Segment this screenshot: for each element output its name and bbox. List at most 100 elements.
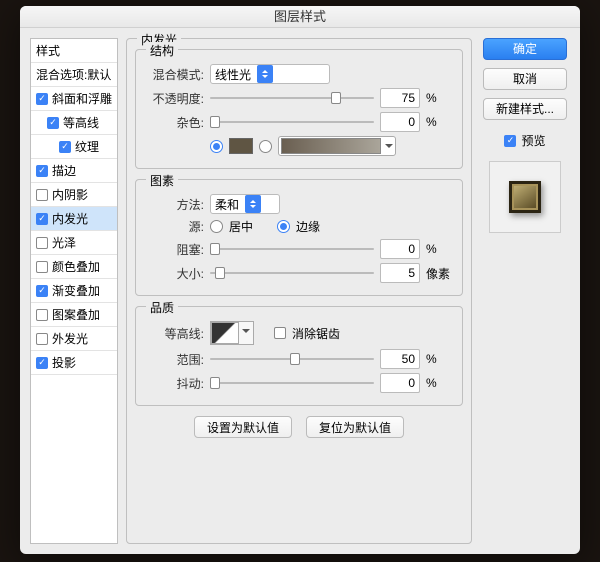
jitter-label: 抖动: [144, 375, 204, 392]
technique-select[interactable]: 柔和 [210, 194, 280, 214]
sidebar-item-label: 光泽 [52, 234, 76, 251]
sidebar-item-1[interactable]: 等高线 [31, 111, 117, 135]
contour-label: 等高线: [144, 325, 204, 342]
opacity-input[interactable]: 75 [380, 88, 420, 108]
range-slider[interactable] [210, 352, 374, 366]
sidebar-item-11[interactable]: 投影 [31, 351, 117, 375]
source-edge-radio[interactable] [277, 220, 290, 233]
choke-slider[interactable] [210, 242, 374, 256]
preview-checkbox[interactable] [504, 135, 516, 147]
sidebar-item-label: 描边 [52, 162, 76, 179]
choke-label: 阻塞: [144, 241, 204, 258]
sidebar-item-3[interactable]: 描边 [31, 159, 117, 183]
sidebar-checkbox[interactable] [36, 261, 48, 273]
jitter-slider[interactable] [210, 376, 374, 390]
sidebar-item-9[interactable]: 图案叠加 [31, 303, 117, 327]
sidebar-item-label: 斜面和浮雕 [52, 90, 112, 107]
sidebar-item-label: 纹理 [75, 138, 99, 155]
sidebar-item-label: 外发光 [52, 330, 88, 347]
size-slider[interactable] [210, 266, 374, 280]
sidebar-item-10[interactable]: 外发光 [31, 327, 117, 351]
sidebar-item-label: 渐变叠加 [52, 282, 100, 299]
size-unit: 像素 [426, 265, 454, 282]
sidebar-item-label: 颜色叠加 [52, 258, 100, 275]
sidebar-checkbox[interactable] [36, 333, 48, 345]
chevron-down-icon [385, 144, 393, 152]
quality-group: 品质 等高线: 消除锯齿 范围: 50 % [135, 306, 463, 406]
technique-label: 方法: [144, 196, 204, 213]
range-input[interactable]: 50 [380, 349, 420, 369]
inner-glow-panel: 内发光 结构 混合模式: 线性光 不透明度: 75 [126, 38, 472, 544]
gradient-picker[interactable] [278, 136, 396, 156]
sidebar-checkbox[interactable] [36, 189, 48, 201]
layer-style-dialog: 图层样式 样式 混合选项:默认 斜面和浮雕等高线纹理描边内阴影内发光光泽颜色叠加… [20, 6, 580, 554]
sidebar-checkbox[interactable] [47, 117, 59, 129]
sidebar-item-label: 内发光 [52, 210, 88, 227]
size-label: 大小: [144, 265, 204, 282]
sidebar-item-5[interactable]: 内发光 [31, 207, 117, 231]
sidebar-checkbox[interactable] [36, 165, 48, 177]
source-edge-label: 边缘 [296, 218, 320, 235]
source-center-label: 居中 [229, 218, 253, 235]
contour-picker[interactable] [210, 321, 254, 345]
sidebar-checkbox[interactable] [36, 285, 48, 297]
new-style-button[interactable]: 新建样式... [483, 98, 567, 120]
noise-slider[interactable] [210, 115, 374, 129]
opacity-slider[interactable] [210, 91, 374, 105]
sidebar-item-label: 等高线 [63, 114, 99, 131]
choke-input[interactable]: 0 [380, 239, 420, 259]
set-default-button[interactable]: 设置为默认值 [194, 416, 292, 438]
size-input[interactable]: 5 [380, 263, 420, 283]
chevron-down-icon [242, 329, 250, 337]
opacity-label: 不透明度: [144, 90, 204, 107]
antialias-label: 消除锯齿 [292, 325, 340, 342]
sidebar-item-label: 投影 [52, 354, 76, 371]
noise-input[interactable]: 0 [380, 112, 420, 132]
preview-thumbnail [489, 161, 561, 233]
noise-unit: % [426, 115, 454, 129]
jitter-input[interactable]: 0 [380, 373, 420, 393]
sidebar-header-blend[interactable]: 混合选项:默认 [31, 63, 117, 87]
sidebar-item-8[interactable]: 渐变叠加 [31, 279, 117, 303]
gradient-radio[interactable] [259, 140, 272, 153]
structure-group: 结构 混合模式: 线性光 不透明度: 75 % [135, 49, 463, 169]
blend-mode-select[interactable]: 线性光 [210, 64, 330, 84]
choke-unit: % [426, 242, 454, 256]
elements-group: 图素 方法: 柔和 源: 居中 边缘 [135, 179, 463, 296]
sidebar-item-7[interactable]: 颜色叠加 [31, 255, 117, 279]
sidebar-item-4[interactable]: 内阴影 [31, 183, 117, 207]
dropdown-arrow-icon [257, 65, 273, 83]
sidebar-item-6[interactable]: 光泽 [31, 231, 117, 255]
cancel-button[interactable]: 取消 [483, 68, 567, 90]
sidebar-checkbox[interactable] [36, 93, 48, 105]
right-panel: 确定 取消 新建样式... 预览 [480, 38, 570, 544]
structure-title: 结构 [146, 42, 178, 59]
noise-label: 杂色: [144, 114, 204, 131]
sidebar-checkbox[interactable] [36, 237, 48, 249]
source-label: 源: [144, 218, 204, 235]
sidebar-checkbox[interactable] [59, 141, 71, 153]
blend-mode-label: 混合模式: [144, 66, 204, 83]
sidebar-item-0[interactable]: 斜面和浮雕 [31, 87, 117, 111]
sidebar-checkbox[interactable] [36, 213, 48, 225]
antialias-checkbox[interactable] [274, 327, 286, 339]
color-radio[interactable] [210, 140, 223, 153]
styles-sidebar: 样式 混合选项:默认 斜面和浮雕等高线纹理描边内阴影内发光光泽颜色叠加渐变叠加图… [30, 38, 118, 544]
sidebar-header-styles[interactable]: 样式 [31, 39, 117, 63]
ok-button[interactable]: 确定 [483, 38, 567, 60]
source-center-radio[interactable] [210, 220, 223, 233]
preview-label: 预览 [521, 132, 545, 149]
reset-default-button[interactable]: 复位为默认值 [306, 416, 404, 438]
opacity-unit: % [426, 91, 454, 105]
range-unit: % [426, 352, 454, 366]
sidebar-item-label: 内阴影 [52, 186, 88, 203]
sidebar-item-label: 图案叠加 [52, 306, 100, 323]
range-label: 范围: [144, 351, 204, 368]
quality-title: 品质 [146, 299, 178, 316]
sidebar-checkbox[interactable] [36, 357, 48, 369]
color-swatch[interactable] [229, 138, 253, 154]
sidebar-checkbox[interactable] [36, 309, 48, 321]
elements-title: 图素 [146, 172, 178, 189]
sidebar-item-2[interactable]: 纹理 [31, 135, 117, 159]
window-title: 图层样式 [20, 6, 580, 28]
